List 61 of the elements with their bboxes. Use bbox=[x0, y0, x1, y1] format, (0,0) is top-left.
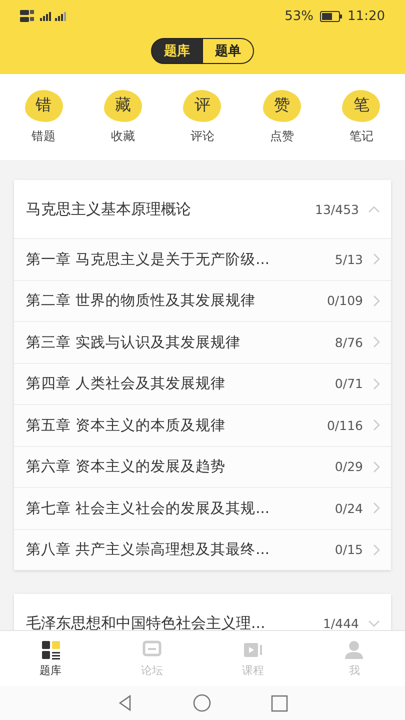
chevron-right-icon bbox=[371, 294, 381, 308]
shortcut-badge[interactable]: 笔 bbox=[342, 90, 380, 122]
chapter-title: 第八章 共产主义崇高理想及其最终... bbox=[26, 540, 270, 560]
progress-count: 0/29 bbox=[334, 459, 363, 474]
shortcut-label[interactable]: 错题 bbox=[32, 128, 56, 144]
progress-count: 0/116 bbox=[326, 418, 363, 433]
clock: 11:20 bbox=[348, 8, 385, 24]
chapter-row[interactable]: 第二章 世界的物质性及其发展规律 0/109 bbox=[14, 280, 391, 321]
chapter-title: 第三章 实践与认识及其发展规律 bbox=[26, 334, 242, 352]
segment-tab[interactable]: 题库 bbox=[151, 38, 203, 64]
shortcut-badge[interactable]: 藏 bbox=[104, 90, 142, 122]
recents-icon[interactable] bbox=[271, 694, 288, 712]
progress-count: 0/15 bbox=[334, 542, 363, 558]
chevron-right-icon bbox=[371, 376, 381, 391]
chapter-title: 第六章 资本主义的发展及趋势 bbox=[26, 458, 227, 476]
progress-count: 8/76 bbox=[334, 334, 363, 350]
chapter-row[interactable]: 第一章 马克思主义是关于无产阶级... 5/13 bbox=[14, 238, 391, 280]
chapter-title: 第一章 马克思主义是关于无产阶级... bbox=[26, 250, 270, 269]
progress-count: 1/444 bbox=[322, 616, 359, 630]
chapter-title: 第四章 人类社会及其发展规律 bbox=[26, 374, 227, 394]
shortcut-badge[interactable]: 赞 bbox=[262, 90, 301, 122]
shortcut-label[interactable]: 点赞 bbox=[270, 128, 294, 144]
chevron-right-icon bbox=[371, 418, 381, 432]
battery-icon bbox=[320, 10, 342, 22]
battery-percent: 53% bbox=[284, 8, 314, 24]
chapter-row[interactable]: 第七章 社会主义社会的发展及其规... 0/24 bbox=[14, 487, 391, 528]
subject-title: 毛泽东思想和中国特色社会主义理... bbox=[26, 614, 266, 630]
segment-tab[interactable]: 题单 bbox=[203, 38, 254, 64]
chevron-right-icon bbox=[371, 460, 381, 474]
shortcut-label[interactable]: 笔记 bbox=[349, 128, 374, 144]
nav-tab[interactable]: 题库 bbox=[10, 631, 91, 686]
home-icon[interactable] bbox=[193, 694, 211, 712]
progress-count: 0/24 bbox=[334, 500, 363, 516]
progress-count: 5/13 bbox=[334, 252, 363, 267]
subject-header[interactable]: 毛泽东思想和中国特色社会主义理... 1/444 bbox=[14, 594, 391, 630]
shortcut-label[interactable]: 评论 bbox=[190, 128, 214, 144]
chevron-right-icon bbox=[371, 501, 381, 516]
chevron-right-icon bbox=[371, 335, 381, 350]
shortcut-badge[interactable]: 评 bbox=[183, 90, 222, 122]
chapter-title: 第五章 资本主义的本质及规律 bbox=[26, 416, 227, 435]
grid-icon bbox=[40, 640, 61, 660]
progress-count: 0/71 bbox=[334, 376, 363, 392]
progress-count: 0/109 bbox=[326, 293, 363, 308]
signal-icon bbox=[20, 9, 68, 23]
chevron-right-icon bbox=[371, 542, 381, 557]
chapter-row[interactable]: 第六章 资本主义的发展及趋势 0/29 bbox=[14, 446, 391, 487]
chapter-title: 第二章 世界的物质性及其发展规律 bbox=[26, 292, 257, 310]
chevron-right-icon bbox=[371, 252, 381, 266]
chapter-title: 第七章 社会主义社会的发展及其规... bbox=[26, 500, 270, 518]
subject-title: 马克思主义基本原理概论 bbox=[26, 200, 192, 218]
back-icon[interactable] bbox=[117, 694, 133, 712]
subject-header[interactable]: 马克思主义基本原理概论 13/453 bbox=[14, 180, 391, 238]
chapter-row[interactable]: 第八章 共产主义崇高理想及其最终... 0/15 bbox=[14, 528, 391, 570]
progress-count: 13/453 bbox=[314, 202, 359, 216]
person-icon bbox=[344, 640, 364, 660]
chapter-row[interactable]: 第四章 人类社会及其发展规律 0/71 bbox=[14, 362, 391, 404]
shortcut-label[interactable]: 收藏 bbox=[111, 128, 136, 144]
chapter-row[interactable]: 第三章 实践与认识及其发展规律 8/76 bbox=[14, 321, 391, 362]
chapter-row[interactable]: 第五章 资本主义的本质及规律 0/116 bbox=[14, 404, 391, 446]
shortcut-badge[interactable]: 错 bbox=[24, 90, 63, 122]
chat-icon bbox=[142, 640, 162, 660]
